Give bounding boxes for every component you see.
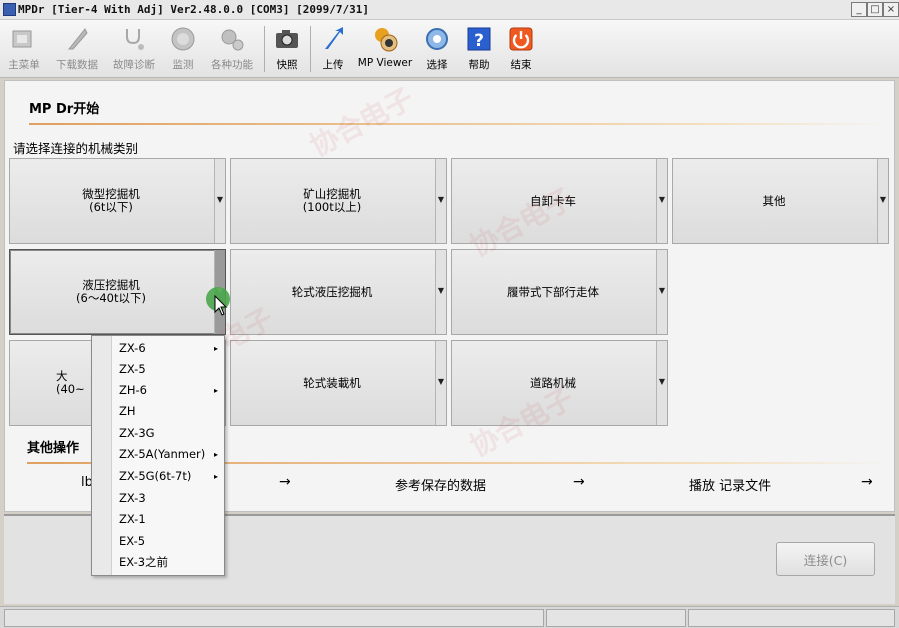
help-icon: ? [467,27,491,51]
svg-text:?: ? [474,31,484,51]
arrow-right-icon[interactable]: → [279,474,291,490]
connect-button[interactable]: 连接(C) [776,542,875,576]
gears-icon [221,29,244,51]
other-operations-title: 其他操作 [27,441,80,456]
select-gear-icon [426,28,448,50]
toolbar-download-data[interactable]: 下载数据 [52,22,102,76]
other-op-reference-saved-data[interactable]: 参考保存的数据 [395,475,486,494]
category-wheel-loader[interactable]: 轮式装載机 ▼ [230,340,447,426]
status-bar [0,606,899,628]
toolbar-separator [310,26,311,72]
submenu-arrow-icon: ▸ [213,472,218,481]
viewer-icon [375,28,398,52]
dropdown-arrow-icon[interactable]: ▼ [656,159,667,243]
menu-item-zx-1[interactable]: ZX-1 [113,509,224,530]
title-divider [29,123,889,125]
dropdown-arrow-icon[interactable]: ▼ [656,341,667,425]
category-crawler-undercarriage[interactable]: 履带式下部行走体 ▼ [451,249,668,335]
toolbar-separator [264,26,265,72]
toolbar-fault-diagnosis[interactable]: 故障诊断 [108,22,160,76]
download-icon [67,28,88,50]
toolbar-main-menu[interactable]: 主菜单 [4,22,44,76]
window-title: MPDr [Tier-4 With Adj] Ver2.48.0.0 [COM3… [18,3,369,16]
watermark: 协合电子 [304,81,419,164]
category-road-machinery[interactable]: 道路机械 ▼ [451,340,668,426]
toolbar-help[interactable]: ? 帮助 [462,22,496,76]
category-prompt: 请选择连接的机械类别 [13,141,139,156]
toolbar-upload[interactable]: 上传 [316,22,350,76]
dropdown-arrow-icon[interactable]: ▼ [435,341,446,425]
dropdown-arrow-icon[interactable]: ▼ [435,250,446,334]
arrow-right-icon[interactable]: → [861,474,873,490]
toolbar-snapshot[interactable]: 快照 [270,22,304,76]
title-bar: MPDr [Tier-4 With Adj] Ver2.48.0.0 [COM3… [0,0,899,20]
dropdown-arrow-icon[interactable]: ▼ [877,159,888,243]
mouse-cursor-icon [214,295,228,316]
stethoscope-icon [126,29,144,50]
dropdown-arrow-icon[interactable]: ▼ [435,159,446,243]
gauge-icon [171,27,195,51]
toolbar: 主菜单 下载数据 故障诊断 监测 各种功能 快照 上传 MP Viewer 选择… [0,20,899,78]
app-icon [3,3,16,16]
close-button[interactable]: × [883,2,899,17]
submenu-arrow-icon: ▸ [213,344,218,353]
category-hydraulic-excavator[interactable]: 液压挖掘机(6～40t以下) ▼ [9,249,226,335]
power-icon [509,27,533,51]
menu-item-zh[interactable]: ZH [113,401,224,422]
menu-item-ex-3-earlier[interactable]: EX-3之前 [113,552,224,573]
submenu-arrow-icon: ▸ [213,386,218,395]
toolbar-monitor[interactable]: 监测 [166,22,200,76]
menu-item-zx-6[interactable]: ZX-6 ▸ [113,338,224,359]
arrow-right-icon[interactable]: → [573,474,585,490]
minimize-button[interactable]: _ [851,2,867,17]
other-op-play-log-file[interactable]: 播放 记录文件 [689,475,771,494]
category-other[interactable]: 其他 ▼ [672,158,889,244]
page-title: MP Dr开始 [29,102,100,117]
dropdown-arrow-icon[interactable]: ▼ [656,250,667,334]
menu-gutter [92,336,112,575]
menu-item-ex-5[interactable]: EX-5 [113,531,224,552]
menu-item-zx-5a-yanmer[interactable]: ZX-5A(Yanmer) ▸ [113,444,224,465]
model-popup-menu: ZX-6 ▸ ZX-5 ZH-6 ▸ ZH ZX-3G ZX-5A(Yanmer) ▸… [91,335,225,576]
status-cell-2 [546,609,686,627]
toolbar-exit[interactable]: 结束 [504,22,538,76]
home-icon [12,30,32,48]
toolbar-select[interactable]: 选择 [420,22,454,76]
menu-item-zx-3g[interactable]: ZX-3G [113,423,224,444]
menu-item-zx-5g[interactable]: ZX-5G(6t-7t) ▸ [113,466,224,487]
category-mini-excavator[interactable]: 微型挖掘机 (6t以下) ▼ [9,158,226,244]
upload-icon [325,27,343,49]
menu-item-zh-6[interactable]: ZH-6 ▸ [113,380,224,401]
category-dump-truck[interactable]: 自卸卡车 ▼ [451,158,668,244]
status-cell-3 [688,609,895,627]
submenu-arrow-icon: ▸ [213,450,218,459]
category-mining-excavator[interactable]: 矿山挖掘机 (100t以上) ▼ [230,158,447,244]
menu-item-zx-5[interactable]: ZX-5 [113,359,224,380]
toolbar-mp-viewer[interactable]: MP Viewer [356,22,414,76]
menu-item-zx-3[interactable]: ZX-3 [113,488,224,509]
toolbar-functions[interactable]: 各种功能 [206,22,258,76]
status-cell-main [4,609,544,627]
dropdown-arrow-icon[interactable]: ▼ [214,159,225,243]
camera-icon [276,30,298,48]
maximize-button[interactable]: □ [867,2,883,17]
category-wheeled-excavator[interactable]: 轮式液压挖掘机 ▼ [230,249,447,335]
